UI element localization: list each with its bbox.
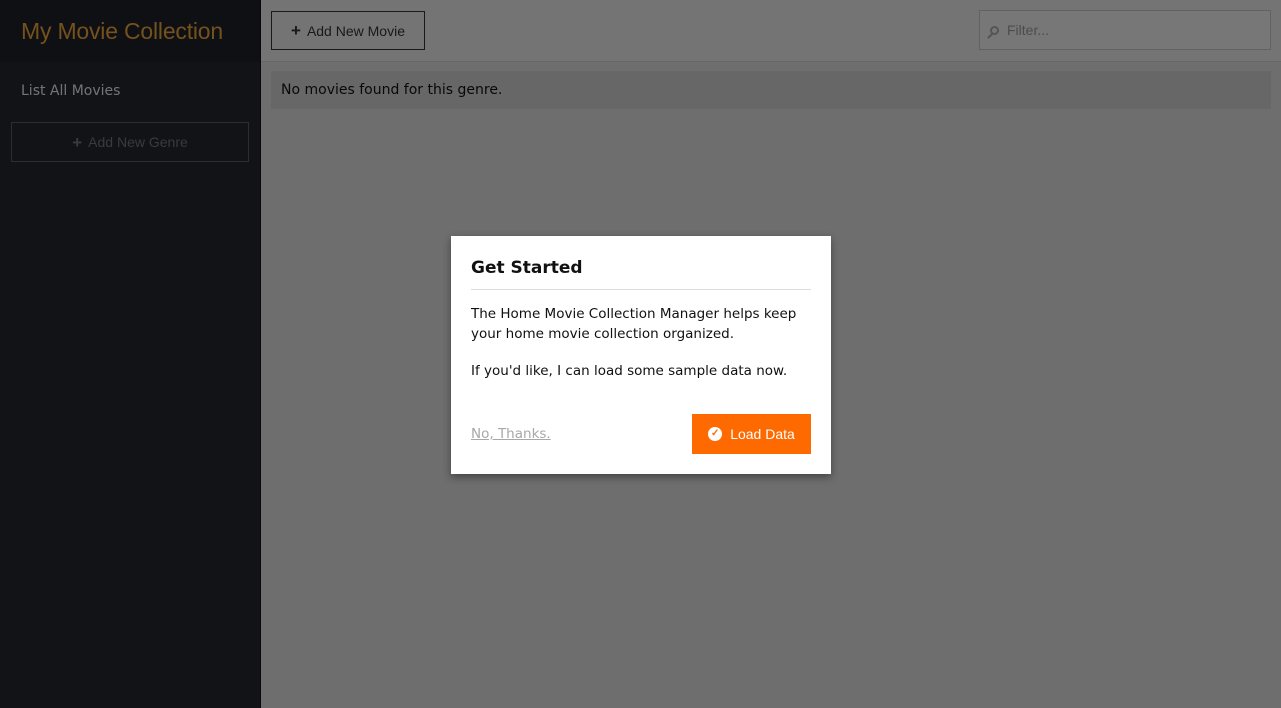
dialog-intro-text: The Home Movie Collection Manager helps …: [471, 306, 797, 342]
get-started-dialog: Get Started The Home Movie Collection Ma…: [451, 236, 831, 474]
dialog-offer-text: If you'd like, I can load some sample da…: [471, 363, 788, 379]
load-data-label: Load Data: [730, 426, 795, 442]
load-data-button[interactable]: ✓ Load Data: [692, 414, 811, 454]
dialog-actions: No, Thanks. ✓ Load Data: [471, 414, 811, 454]
check-circle-icon: ✓: [708, 427, 723, 441]
app-window: My Movie Collection List All Movies + Ad…: [0, 0, 1281, 708]
no-thanks-link[interactable]: No, Thanks.: [471, 426, 551, 442]
dialog-title: Get Started: [471, 258, 811, 290]
